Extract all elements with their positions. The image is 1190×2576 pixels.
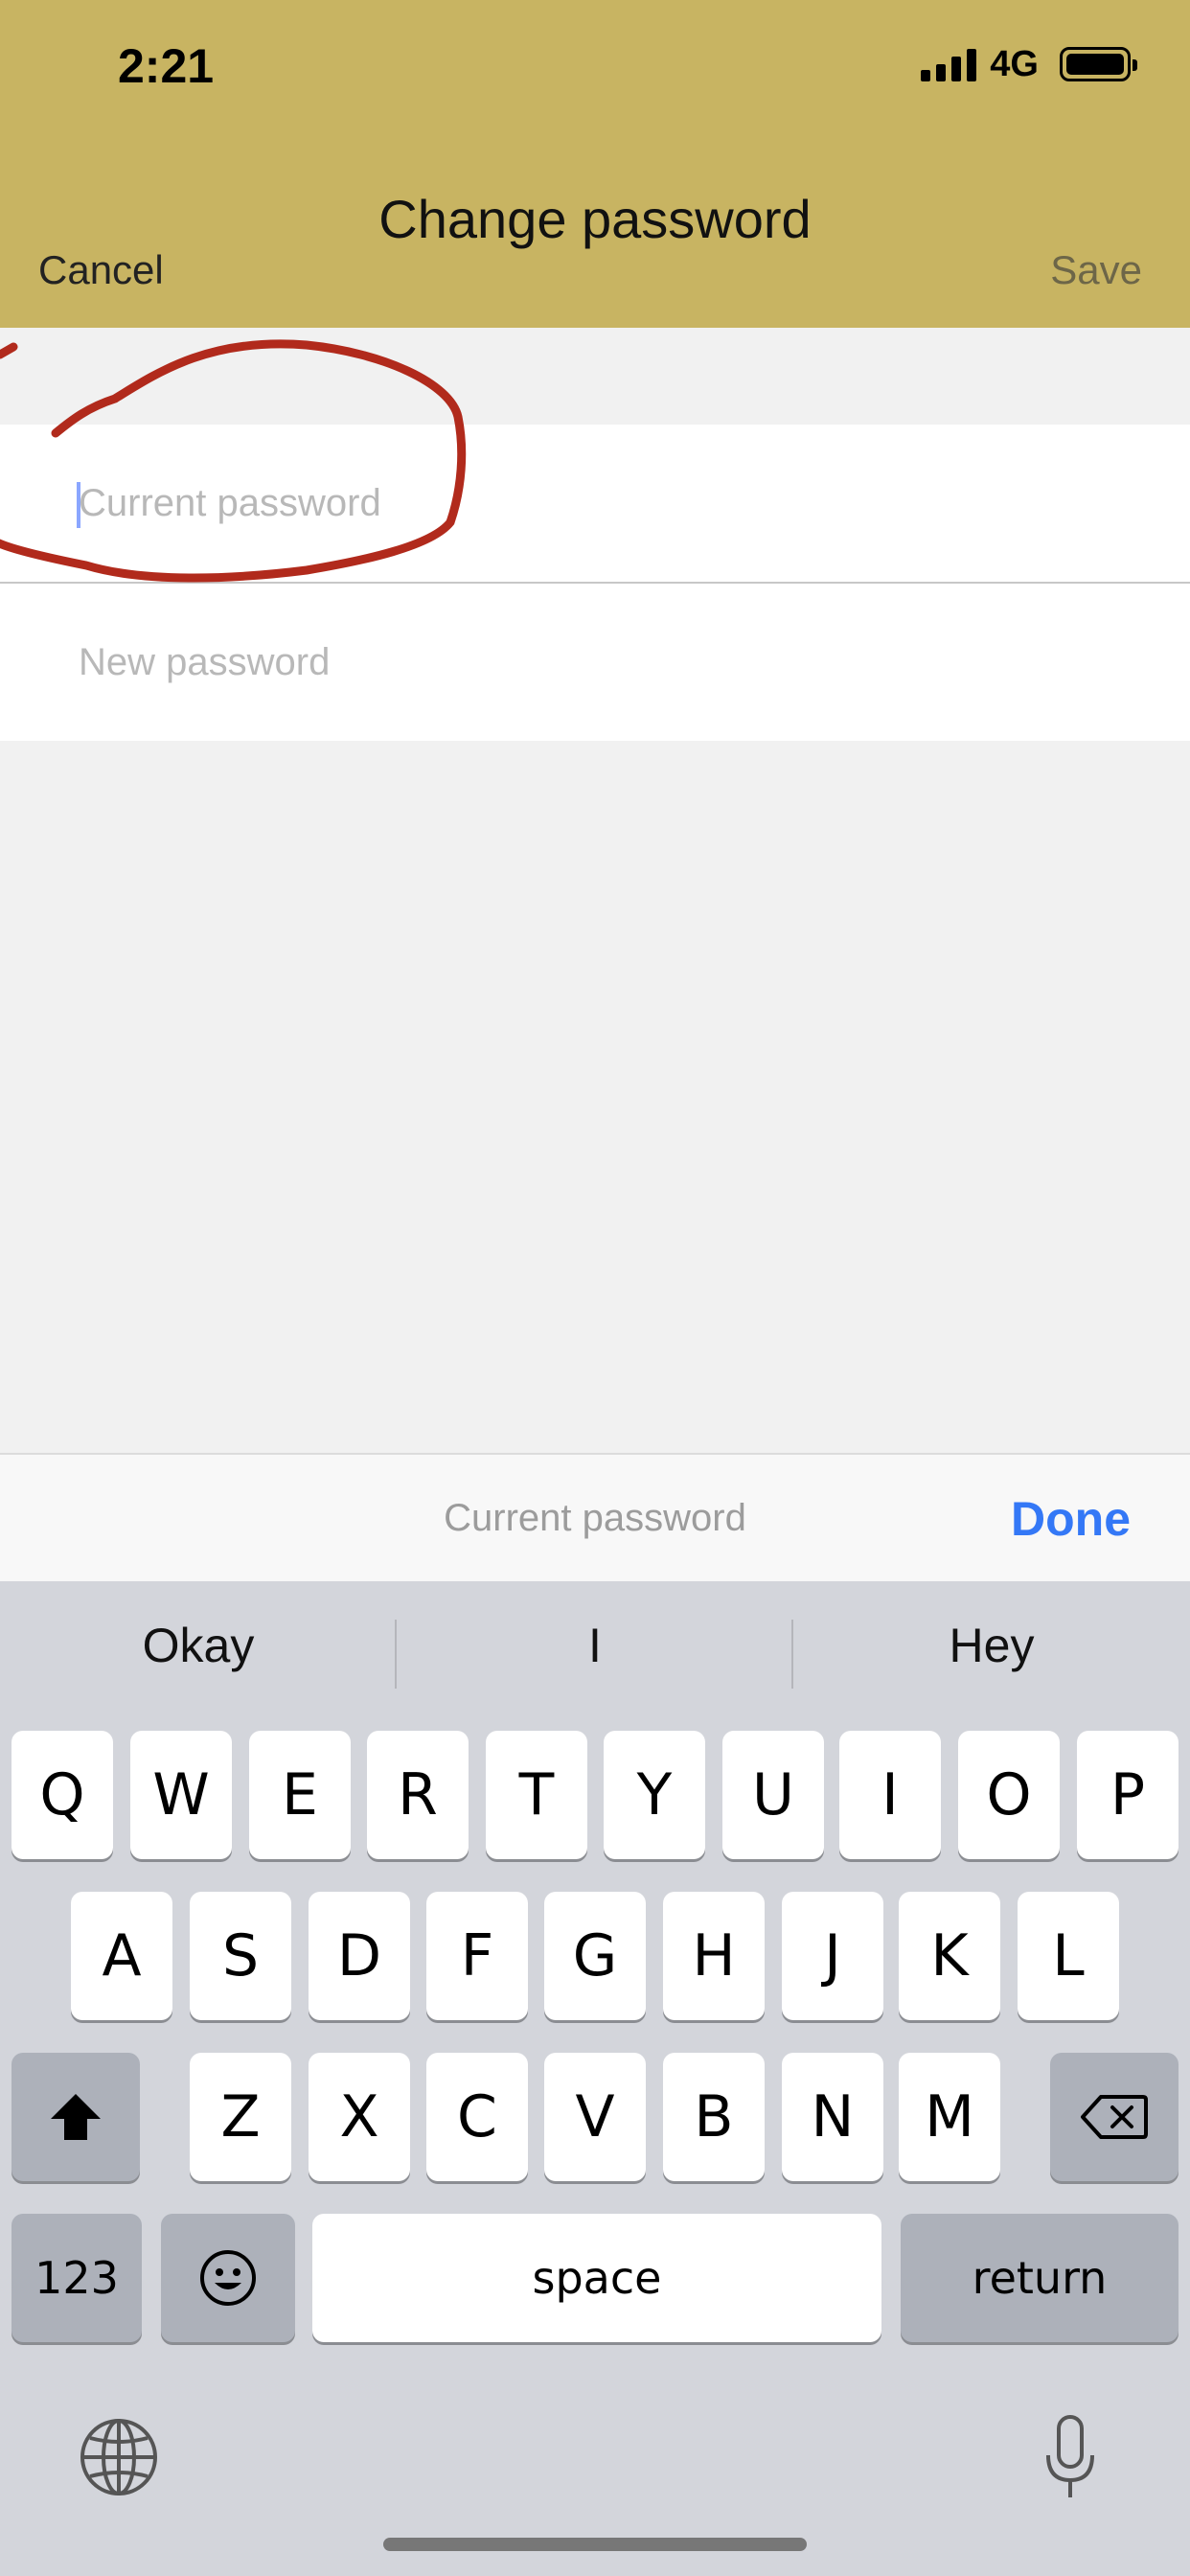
key-y[interactable]: Y: [604, 1731, 705, 1859]
key-v[interactable]: V: [544, 2053, 646, 2181]
key-m[interactable]: M: [899, 2053, 1000, 2181]
key-e[interactable]: E: [249, 1731, 351, 1859]
key-s[interactable]: S: [190, 1892, 291, 2020]
key-z[interactable]: Z: [190, 2053, 291, 2181]
key-p[interactable]: P: [1077, 1731, 1179, 1859]
key-q[interactable]: Q: [11, 1731, 113, 1859]
key-i[interactable]: I: [839, 1731, 941, 1859]
battery-icon: [1060, 47, 1137, 81]
return-key[interactable]: return: [901, 2214, 1179, 2342]
navigation-header: 2:21 4G Change password Cancel Save: [0, 0, 1190, 328]
globe-icon[interactable]: [79, 2417, 159, 2497]
page-title: Change password: [378, 189, 812, 249]
key-k[interactable]: K: [899, 1892, 1000, 2020]
shift-icon: [51, 2094, 101, 2140]
done-button[interactable]: Done: [1011, 1491, 1131, 1547]
suggestion-item[interactable]: Okay: [0, 1618, 397, 1673]
network-type: 4G: [990, 43, 1039, 84]
shift-key[interactable]: [11, 2053, 140, 2181]
suggestion-item[interactable]: Hey: [793, 1618, 1190, 1673]
key-b[interactable]: B: [663, 2053, 765, 2181]
space-key[interactable]: space: [312, 2214, 881, 2342]
key-n[interactable]: N: [782, 2053, 883, 2181]
suggestion-item[interactable]: I: [397, 1618, 793, 1673]
key-f[interactable]: F: [426, 1892, 528, 2020]
status-time: 2:21: [118, 39, 215, 93]
current-password-field[interactable]: Current password: [0, 425, 1190, 582]
key-d[interactable]: D: [309, 1892, 410, 2020]
home-indicator[interactable]: [383, 2538, 807, 2551]
key-h[interactable]: H: [663, 1892, 765, 2020]
key-l[interactable]: L: [1018, 1892, 1119, 2020]
status-indicators: 4G: [921, 42, 1137, 86]
current-password-placeholder: Current password: [79, 481, 381, 524]
new-password-field[interactable]: New password: [0, 582, 1190, 741]
cancel-button[interactable]: Cancel: [38, 247, 164, 293]
new-password-placeholder: New password: [79, 640, 331, 683]
numbers-key[interactable]: 123: [11, 2214, 142, 2342]
signal-icon: [921, 47, 977, 81]
key-t[interactable]: T: [486, 1731, 587, 1859]
key-j[interactable]: J: [782, 1892, 883, 2020]
keyboard-accessory-bar: Current password Done: [0, 1453, 1190, 1581]
key-r[interactable]: R: [367, 1731, 469, 1859]
key-o[interactable]: O: [958, 1731, 1060, 1859]
password-form: Current password New password: [0, 425, 1190, 741]
emoji-key[interactable]: [161, 2214, 295, 2342]
key-g[interactable]: G: [544, 1892, 646, 2020]
delete-key[interactable]: [1050, 2053, 1179, 2181]
key-x[interactable]: X: [309, 2053, 410, 2181]
key-c[interactable]: C: [426, 2053, 528, 2181]
key-u[interactable]: U: [722, 1731, 824, 1859]
predictive-bar: Okay I Hey: [0, 1581, 1190, 1725]
keyboard: Okay I Hey Q W E R T Y U I O P A S D F G…: [0, 1581, 1190, 2576]
text-cursor: [77, 482, 80, 528]
delete-icon: [1081, 2095, 1148, 2139]
key-a[interactable]: A: [71, 1892, 172, 2020]
emoji-icon: [200, 2250, 256, 2306]
key-w[interactable]: W: [130, 1731, 232, 1859]
microphone-icon[interactable]: [1042, 2413, 1098, 2501]
save-button[interactable]: Save: [1050, 247, 1142, 293]
